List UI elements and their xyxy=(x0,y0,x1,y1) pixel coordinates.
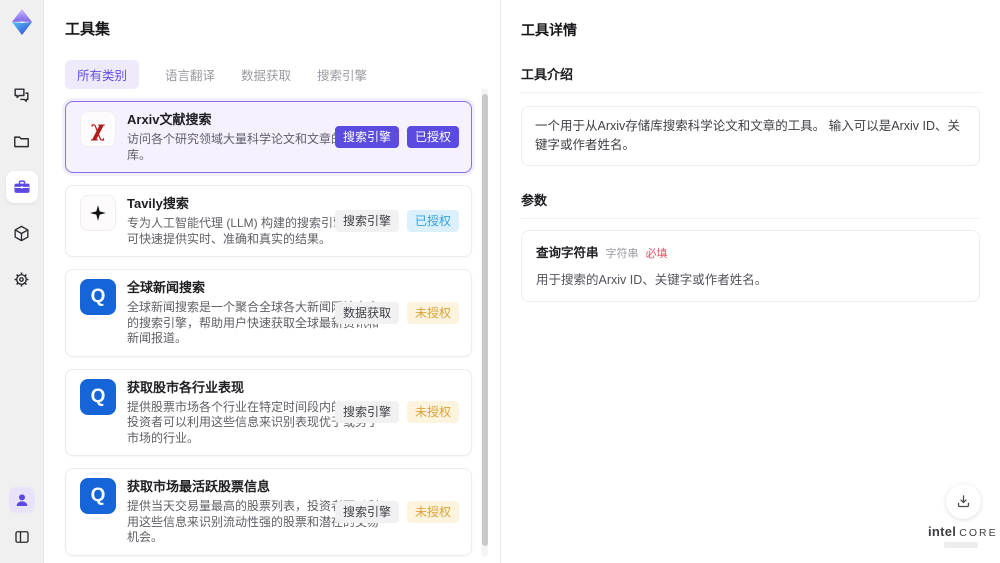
download-icon xyxy=(957,495,970,508)
sidebar-item-tools[interactable] xyxy=(5,171,38,203)
category-badge: 搜索引擎 xyxy=(334,210,399,232)
category-badge: 数据获取 xyxy=(334,301,399,324)
tool-intro-text: 一个用于从Arxiv存储库搜索科学论文和文章的工具。 输入可以是Arxiv ID… xyxy=(521,106,980,166)
tool-details-panel: 工具详情 工具介绍 一个用于从Arxiv存储库搜索科学论文和文章的工具。 输入可… xyxy=(500,0,1000,563)
sidebar-item-settings[interactable] xyxy=(6,263,38,295)
tool-card-global-news[interactable]: Q 全球新闻搜索 全球新闻搜索是一个聚合全球各大新闻网站内容的搜索引擎，帮助用户… xyxy=(65,269,472,357)
gear-icon xyxy=(14,272,29,286)
tool-card-active-stocks[interactable]: Q 获取市场最活跃股票信息 提供当天交易量最高的股票列表，投资者可以利用这些信息… xyxy=(65,468,472,556)
brand-sub-bar xyxy=(944,542,978,548)
category-tabs: 所有类别 语言翻译 数据获取 搜索引擎 xyxy=(65,60,472,89)
tool-name: 获取市场最活跃股票信息 xyxy=(127,479,271,494)
param-name: 查询字符串 xyxy=(536,245,599,260)
tool-card-tavily[interactable]: Tavily搜索 专为人工智能代理 (LLM) 构建的搜索引擎工具，可快速提供实… xyxy=(65,185,472,257)
tool-name: 获取股市各行业表现 xyxy=(127,379,245,395)
tab-all-categories[interactable]: 所有类别 xyxy=(65,60,140,89)
user-avatar-icon xyxy=(16,494,27,506)
cube-icon xyxy=(14,225,29,241)
tool-card-stock-sector[interactable]: Q 获取股市各行业表现 提供股票市场各个行业在特定时间段内的表现。投资者可以利用… xyxy=(65,368,472,456)
param-type: 字符串 xyxy=(605,247,639,260)
param-description: 用于搜索的Arxiv ID、关键字或作者姓名。 xyxy=(536,272,768,287)
app-logo-icon xyxy=(11,9,32,35)
auth-status-badge: 已授权 xyxy=(406,210,459,232)
sidebar-item-chat[interactable] xyxy=(6,79,38,111)
folder-icon xyxy=(14,135,29,147)
app-window: 工具集 所有类别 语言翻译 数据获取 搜索引擎 χ Arxiv文献搜索 访问各个… xyxy=(0,0,1000,563)
core-wordmark: CORE xyxy=(959,527,998,539)
params-heading: 参数 xyxy=(521,190,980,219)
auth-status-badge: 未授权 xyxy=(406,500,459,523)
auth-status-badge: 已授权 xyxy=(406,126,459,148)
arxiv-logo-icon: χ xyxy=(80,111,116,147)
scrollbar-thumb[interactable] xyxy=(481,94,488,546)
param-required-badge: 必填 xyxy=(645,247,668,260)
list-scrollbar[interactable] xyxy=(481,88,488,557)
category-badge: 搜索引擎 xyxy=(334,401,399,424)
sidebar xyxy=(0,0,44,563)
download-button[interactable] xyxy=(946,484,981,519)
sidebar-item-models[interactable] xyxy=(6,217,38,249)
auth-status-badge: 未授权 xyxy=(406,401,459,424)
chat-icon xyxy=(14,87,29,102)
user-avatar[interactable] xyxy=(8,487,35,513)
briefcase-icon xyxy=(14,180,29,193)
collapse-sidebar-button[interactable] xyxy=(10,525,34,549)
tool-name: 全球新闻搜索 xyxy=(127,280,206,295)
category-badge: 搜索引擎 xyxy=(334,126,399,148)
intro-heading: 工具介绍 xyxy=(521,64,980,93)
active-stocks-icon: Q xyxy=(80,478,116,514)
tab-search-engine[interactable]: 搜索引擎 xyxy=(317,60,367,89)
details-title: 工具详情 xyxy=(521,22,577,38)
tool-list-panel: 工具集 所有类别 语言翻译 数据获取 搜索引擎 χ Arxiv文献搜索 访问各个… xyxy=(44,0,500,563)
tavily-sparkle-icon xyxy=(80,195,116,231)
page-title: 工具集 xyxy=(65,21,111,38)
stock-sector-icon: Q xyxy=(80,378,116,415)
sidebar-item-files[interactable] xyxy=(6,125,38,157)
auth-status-badge: 未授权 xyxy=(406,301,459,324)
tab-data-fetch[interactable]: 数据获取 xyxy=(241,60,291,89)
parameter-card: 查询字符串 字符串 必填 用于搜索的Arxiv ID、关键字或作者姓名。 xyxy=(521,229,980,302)
intel-core-logo: intel CORE xyxy=(928,524,998,548)
intel-wordmark: intel xyxy=(928,524,957,539)
category-badge: 搜索引擎 xyxy=(334,500,399,523)
tool-card-arxiv[interactable]: χ Arxiv文献搜索 访问各个研究领域大量科学论文和文章的存储库。 搜索引擎 … xyxy=(65,101,472,173)
tool-list: χ Arxiv文献搜索 访问各个研究领域大量科学论文和文章的存储库。 搜索引擎 … xyxy=(65,101,472,563)
panel-toggle-icon xyxy=(14,531,29,543)
news-search-icon: Q xyxy=(80,279,116,315)
tab-language-translation[interactable]: 语言翻译 xyxy=(165,60,215,89)
